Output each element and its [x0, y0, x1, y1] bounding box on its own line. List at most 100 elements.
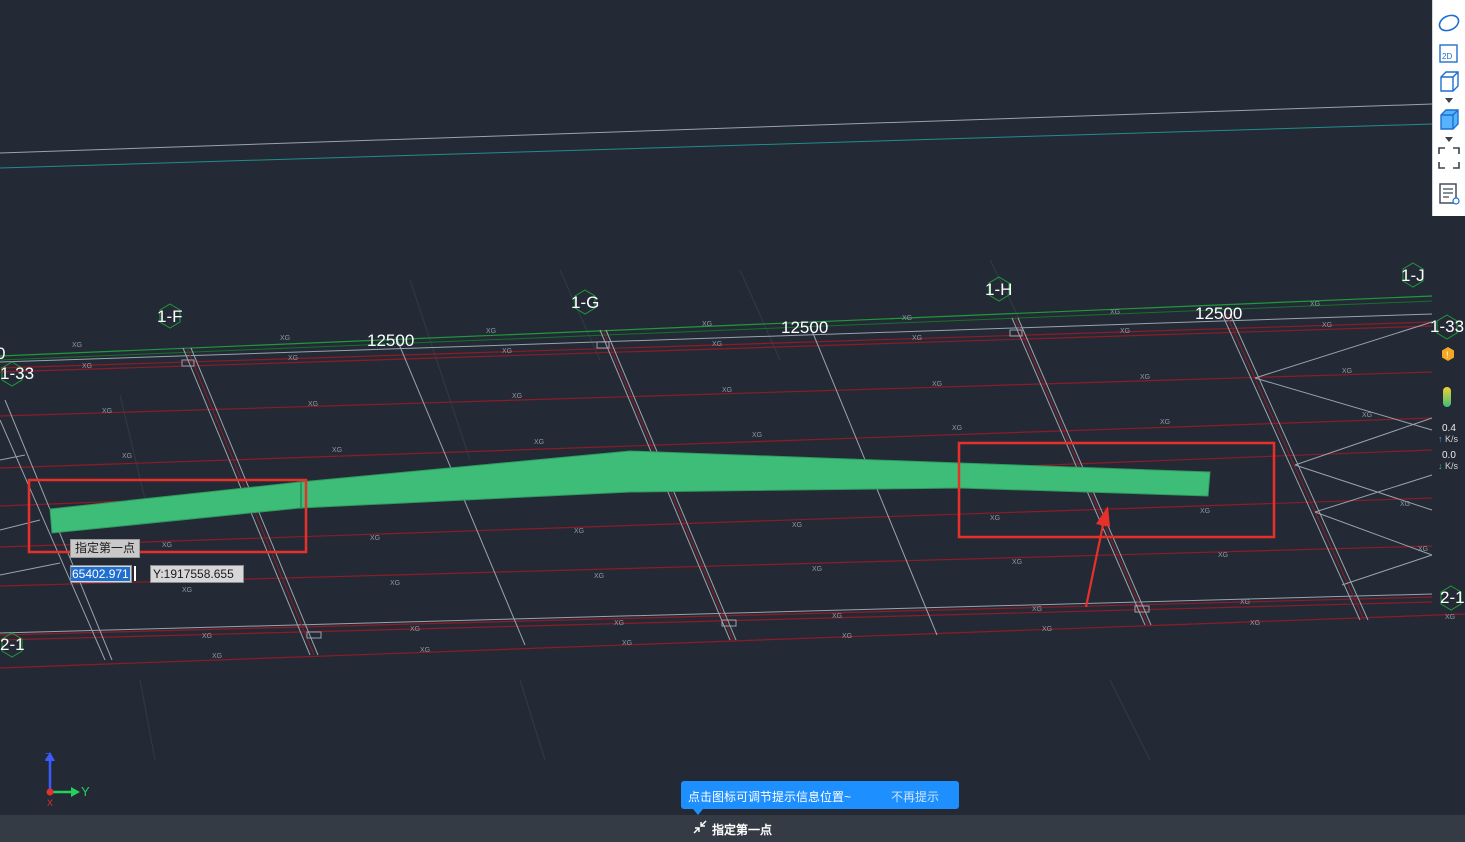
chevron-down-icon-2[interactable]	[1444, 136, 1454, 143]
svg-text:XG: XG	[486, 328, 496, 335]
speed-indicator: ! 0.4 ↑ K/s 0.0 ↓ K/s	[1434, 346, 1464, 476]
svg-text:XG: XG	[1140, 374, 1150, 381]
svg-text:XG: XG	[1120, 328, 1130, 335]
dismiss-tip-link[interactable]: 不再提示	[891, 788, 939, 805]
svg-text:XG: XG	[1240, 599, 1250, 606]
axis-label-1-f: 1-F	[157, 307, 183, 326]
thermometer-icon	[1443, 387, 1451, 407]
svg-text:XG: XG	[512, 393, 522, 400]
svg-text:XG: XG	[1110, 309, 1120, 316]
svg-text:XG: XG	[842, 633, 852, 640]
svg-text:XG: XG	[212, 653, 222, 660]
svg-text:XG: XG	[534, 439, 544, 446]
warning-badge-icon: !	[1442, 347, 1454, 361]
svg-text:XG: XG	[722, 387, 732, 394]
svg-text:XG: XG	[1418, 546, 1428, 553]
annotation-arrow	[1084, 506, 1110, 608]
svg-text:XG: XG	[1310, 301, 1320, 308]
dimension-f-g: 12500	[367, 331, 414, 350]
view-3d-shaded-button[interactable]	[1435, 106, 1463, 134]
svg-text:XG: XG	[410, 626, 420, 633]
svg-text:XG: XG	[902, 315, 912, 322]
svg-text:XG: XG	[1400, 501, 1410, 508]
axis-label-edge: 0	[0, 344, 5, 363]
svg-text:XG: XG	[280, 335, 290, 342]
svg-text:XG: XG	[1322, 322, 1332, 329]
download-speed-value: 0.0	[1442, 450, 1456, 461]
svg-text:XG: XG	[182, 587, 192, 594]
upload-speed-value: 0.4	[1442, 423, 1456, 434]
x-coordinate-input[interactable]: 65402.971	[70, 565, 132, 583]
tip-bubble: 点击图标可调节提示信息位置~ 不再提示	[681, 781, 959, 809]
svg-text:!: !	[1446, 350, 1449, 360]
svg-text:XG: XG	[390, 580, 400, 587]
svg-text:XG: XG	[332, 447, 342, 454]
axis-label-1-g: 1-G	[571, 293, 599, 312]
svg-text:XG: XG	[1042, 626, 1052, 633]
svg-text:XG: XG	[614, 620, 624, 627]
svg-text:XG: XG	[622, 640, 632, 647]
upload-speed-unit: ↑ K/s	[1438, 434, 1459, 444]
dimension-g-h: 12500	[781, 318, 828, 337]
svg-text:XG: XG	[1218, 552, 1228, 559]
view-toolbar: 2D	[1432, 0, 1465, 216]
axis-label-1-33-right: 1-33	[1430, 317, 1464, 336]
svg-text:XG: XG	[912, 335, 922, 342]
axis-label-2-1-left: 2-1	[0, 635, 25, 654]
chevron-down-icon[interactable]	[1444, 97, 1454, 104]
svg-text:XG: XG	[82, 363, 92, 370]
svg-text:XG: XG	[832, 613, 842, 620]
svg-text:XG: XG	[990, 515, 1000, 522]
svg-text:XG: XG	[1342, 368, 1352, 375]
svg-text:XG: XG	[952, 425, 962, 432]
axis-label-2-1-right: 2-1	[1440, 588, 1465, 607]
svg-text:Y: Y	[81, 784, 90, 799]
svg-text:XG: XG	[574, 528, 584, 535]
dimension-h-j: 12500	[1195, 304, 1242, 323]
svg-text:XG: XG	[1160, 419, 1170, 426]
svg-text:XG: XG	[792, 522, 802, 529]
svg-text:XG: XG	[1032, 606, 1042, 613]
y-coordinate-input[interactable]: Y:1917558.655	[150, 565, 244, 583]
cube-wireframe-icon	[1440, 71, 1459, 92]
svg-text:XG: XG	[122, 453, 132, 460]
svg-text:Z: Z	[45, 752, 51, 763]
svg-text:XG: XG	[162, 542, 172, 549]
axis-label-1-h: 1-H	[985, 280, 1012, 299]
property-list-button[interactable]	[1435, 180, 1463, 208]
orbit-button[interactable]	[1435, 8, 1463, 36]
svg-text:X: X	[47, 798, 53, 808]
svg-text:XG: XG	[752, 432, 762, 439]
axis-label-1-33-left: 1-33	[0, 364, 34, 383]
view-2d-button[interactable]: 2D	[1435, 40, 1463, 68]
download-speed-unit: ↓ K/s	[1438, 461, 1459, 471]
svg-text:XG: XG	[812, 566, 822, 573]
command-prompt-text: 指定第一点	[712, 823, 773, 837]
cad-viewport[interactable]: XG XG XG XG XG XG XG XG XG XG XG XG XG X…	[0, 0, 1465, 842]
svg-text:XG: XG	[502, 348, 512, 355]
svg-text:XG: XG	[1200, 508, 1210, 515]
axis-gizmo-icon: Z Y X	[45, 752, 90, 808]
view-3d-wireframe-button[interactable]	[1435, 68, 1463, 96]
fullscreen-button[interactable]	[1435, 144, 1463, 172]
svg-text:XG: XG	[420, 647, 430, 654]
highlighted-slab-region[interactable]	[49, 450, 1211, 534]
svg-text:XG: XG	[370, 535, 380, 542]
fullscreen-icon	[1438, 147, 1460, 169]
svg-text:XG: XG	[72, 342, 82, 349]
view-2d-icon: 2D	[1439, 44, 1458, 63]
svg-text:XG: XG	[1012, 559, 1022, 566]
svg-text:XG: XG	[102, 408, 112, 415]
dynamic-input-prompt: 指定第一点	[70, 539, 141, 558]
property-list-icon	[1439, 183, 1460, 205]
tip-position-icon[interactable]	[692, 819, 708, 835]
svg-text:XG: XG	[594, 573, 604, 580]
svg-text:XG: XG	[702, 321, 712, 328]
cube-shaded-icon	[1440, 109, 1459, 130]
background-reference-lines	[0, 103, 1433, 169]
svg-text:2D: 2D	[1442, 52, 1452, 61]
svg-text:XG: XG	[1445, 614, 1455, 621]
text-cursor	[134, 566, 136, 581]
svg-text:XG: XG	[288, 355, 298, 362]
svg-text:XG: XG	[712, 341, 722, 348]
